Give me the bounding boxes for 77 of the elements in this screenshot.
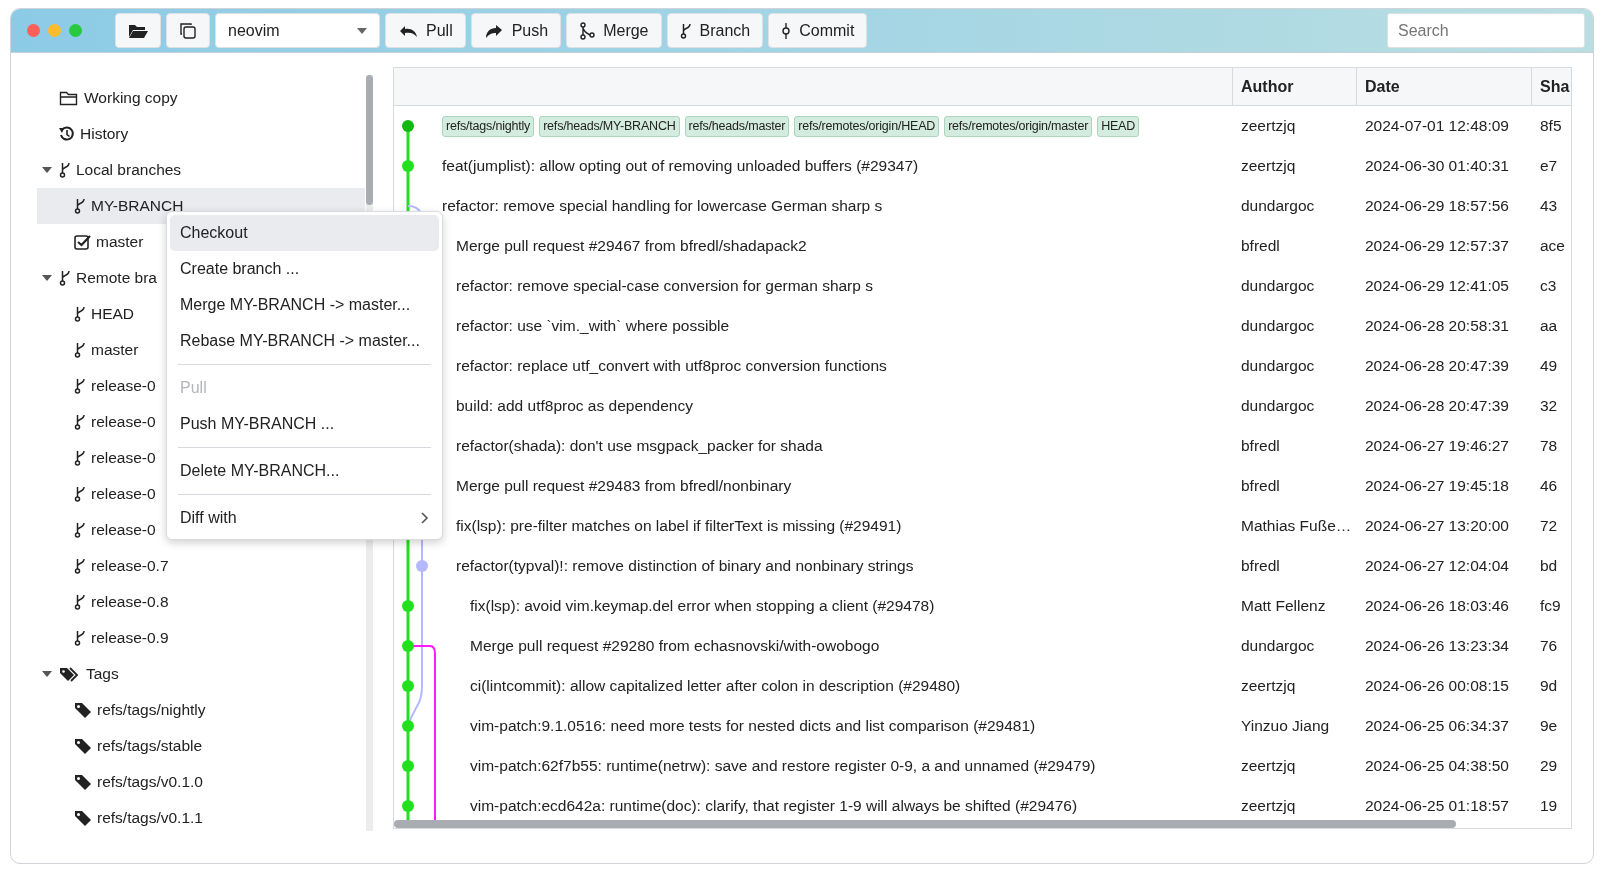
ref-tag: refs/tags/nightly: [442, 115, 535, 137]
author-cell-text: dundargoc: [1241, 196, 1315, 217]
sha-cell-text: c3: [1540, 276, 1557, 297]
commit-message: fix(lsp): pre-filter matches on label if filterText is missing (#29491): [456, 516, 902, 537]
sha-cell-text: 72: [1540, 516, 1558, 537]
author-cell-text: Yinzuo Jiang: [1241, 716, 1330, 737]
ref-tag: refs/remotes/origin/master: [944, 115, 1093, 137]
commit-message: refactor: remove special handling for lowercase German sharp s: [442, 196, 883, 217]
date-cell-text: 2024-06-27 13:20:00: [1365, 516, 1509, 537]
sha-cell-text: 29: [1540, 756, 1558, 777]
ref-tag: refs/heads/master: [684, 115, 790, 137]
author-cell-text: zeertzjq: [1241, 756, 1296, 777]
author-cell-text: Matt Fellenz: [1241, 596, 1326, 617]
author-cell-text: bfredl: [1241, 236, 1280, 257]
author-cell-text: zeertzjq: [1241, 676, 1296, 697]
author-cell-text: dundargoc: [1241, 396, 1315, 417]
sha-cell-text: 46: [1540, 476, 1558, 497]
sha-cell-text: 78: [1540, 436, 1558, 457]
date-cell-text: 2024-06-26 00:08:15: [1365, 676, 1509, 697]
date-cell-text: 2024-06-27 19:45:18: [1365, 476, 1509, 497]
commit-message: refactor(shada): don't use msgpack_packer for shada: [456, 436, 823, 457]
date-cell-text: 2024-06-28 20:47:39: [1365, 356, 1509, 377]
sha-cell-text: 49: [1540, 356, 1558, 377]
date-cell-text: 2024-06-25 01:18:57: [1365, 796, 1509, 817]
date-cell-text: 2024-06-28 20:58:31: [1365, 316, 1509, 337]
commit-message: vim-patch:9.1.0516: need more tests for nested dicts and list comparison (#29481): [470, 716, 1036, 737]
ref-tag: HEAD: [1097, 115, 1140, 137]
commit-message: refactor: use `vim._with` where possible: [456, 316, 730, 337]
author-cell-text: dundargoc: [1241, 636, 1315, 657]
date-cell-text: 2024-06-29 12:41:05: [1365, 276, 1509, 297]
author-cell-text: zeertzjq: [1241, 156, 1296, 177]
author-cell-text: zeertzjq: [1241, 116, 1296, 137]
ref-tag: refs/remotes/origin/HEAD: [794, 115, 940, 137]
date-cell-text: 2024-06-25 04:38:50: [1365, 756, 1509, 777]
date-cell-text: 2024-06-30 01:40:31: [1365, 156, 1509, 177]
ref-tag: refs/heads/MY-BRANCH: [539, 115, 680, 137]
author-cell-text: bfredl: [1241, 556, 1280, 577]
date-cell-text: 2024-06-25 06:34:37: [1365, 716, 1509, 737]
sha-cell-text: 9e: [1540, 716, 1558, 737]
sha-cell-text: fc9: [1540, 596, 1561, 617]
author-cell-text: bfredl: [1241, 436, 1280, 457]
sha-cell-text: 8f5: [1540, 116, 1562, 137]
sha-cell-text: 76: [1540, 636, 1558, 657]
commit-message: refactor: remove special-case conversion for german sharp s: [456, 276, 873, 297]
sha-cell-text: e7: [1540, 156, 1558, 177]
sha-cell-text: 43: [1540, 196, 1558, 217]
author-cell-text: bfredl: [1241, 476, 1280, 497]
sha-cell-text: aa: [1540, 316, 1558, 337]
commit-message: ci(lintcommit): allow capitalized letter after colon in description (#29480): [470, 676, 961, 697]
commit-message: vim-patch:ecd642a: runtime(doc): clarify, that register 1-9 will always be shifted (#29476): [470, 796, 1078, 817]
author-cell-text: Mathias Fuße…: [1241, 516, 1352, 537]
date-cell-text: 2024-06-29 12:57:37: [1365, 236, 1509, 257]
date-cell-text: 2024-06-28 20:47:39: [1365, 396, 1509, 417]
author-cell-text: zeertzjq: [1241, 796, 1296, 817]
sha-cell-text: 19: [1540, 796, 1558, 817]
date-cell-text: 2024-06-27 19:46:27: [1365, 436, 1509, 457]
commit-message: fix(lsp): avoid vim.keymap.del error when stopping a client (#29478): [470, 596, 935, 617]
sha-cell-text: bd: [1540, 556, 1558, 577]
author-cell-text: dundargoc: [1241, 276, 1315, 297]
commit-message: refactor: replace utf_convert with utf8proc conversion functions: [456, 356, 887, 377]
sha-cell-text: 9d: [1540, 676, 1558, 697]
sha-cell-text: ace: [1540, 236, 1565, 257]
date-cell-text: 2024-06-29 18:57:56: [1365, 196, 1509, 217]
commit-message: feat(jumplist): allow opting out of removing unloaded buffers (#29347): [442, 156, 919, 177]
date-cell-text: 2024-06-26 18:03:46: [1365, 596, 1509, 617]
date-cell-text: 2024-07-01 12:48:09: [1365, 116, 1509, 137]
author-cell-text: dundargoc: [1241, 356, 1315, 377]
commit-message: refactor(typval)!: remove distinction of binary and nonbinary strings: [456, 556, 914, 577]
commit-message: Merge pull request #29467 from bfredl/shadapack2: [456, 236, 807, 257]
commit-message: Merge pull request #29483 from bfredl/nonbinary: [456, 476, 792, 497]
date-cell-text: 2024-06-26 13:23:34: [1365, 636, 1509, 657]
author-cell-text: dundargoc: [1241, 316, 1315, 337]
commit-message: Merge pull request #29280 from echasnovski/with-owobogo: [470, 636, 880, 657]
commit-message: build: add utf8proc as dependency: [456, 396, 693, 417]
sha-cell-text: 32: [1540, 396, 1558, 417]
commit-message: vim-patch:62f7b55: runtime(netrw): save and restore register 0-9, a and unnamed (#29479): [470, 756, 1096, 777]
date-cell-text: 2024-06-27 12:04:04: [1365, 556, 1509, 577]
